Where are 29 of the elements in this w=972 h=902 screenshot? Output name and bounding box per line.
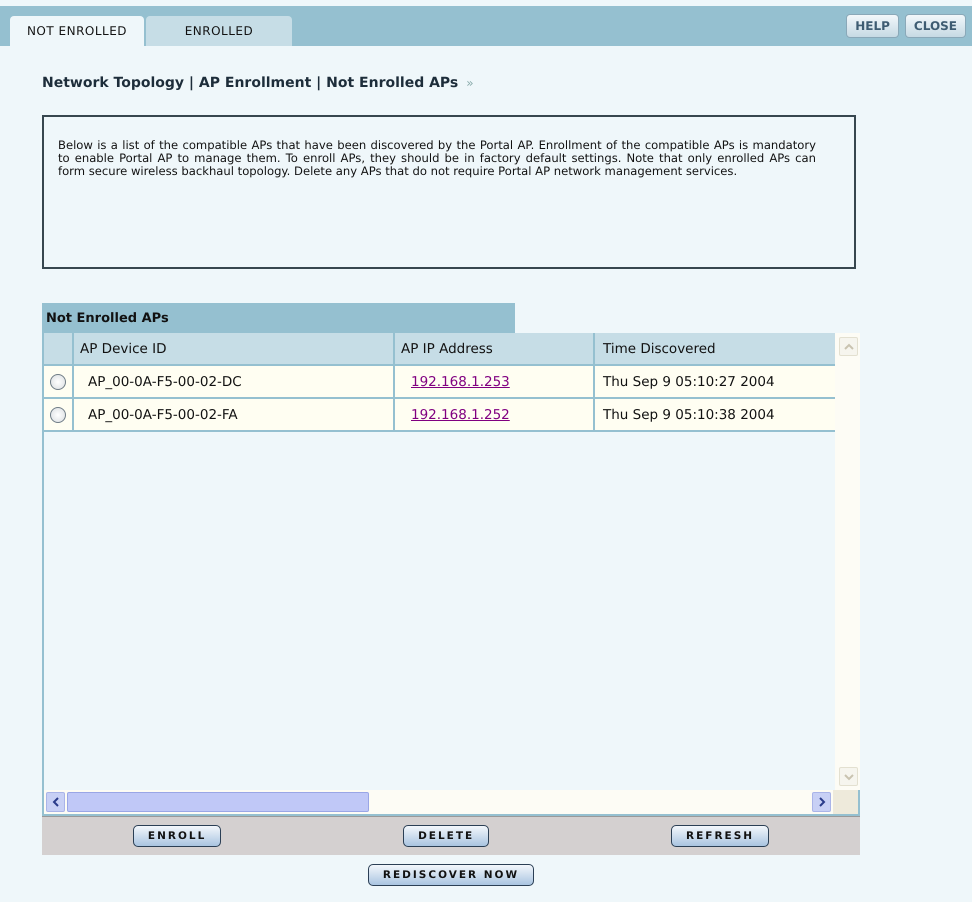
scrollbar-corner xyxy=(833,790,858,814)
breadcrumb: Network Topology | AP Enrollment | Not Enrolled APs xyxy=(42,75,458,91)
action-button[interactable]: DELETE xyxy=(403,825,490,847)
header-button[interactable]: CLOSE xyxy=(904,14,966,38)
double-chevron-icon: » xyxy=(466,76,474,90)
radio-button[interactable] xyxy=(50,406,66,422)
tab[interactable]: ENROLLED xyxy=(146,16,292,46)
scroll-thumb[interactable] xyxy=(67,792,369,812)
header-button[interactable]: HELP xyxy=(846,14,899,38)
scroll-right-icon[interactable] xyxy=(812,792,831,812)
table-cell: Thu Sep 9 05:10:38 2004 xyxy=(595,399,835,432)
description-text: Below is a list of the compatible APs that have been discovered by the Portal AP. Enrollment of the compatible APs is mandatory to enable Portal AP to manage them. To enroll APs, they should be in factory default settings. Note that only enrolled APs can form secure wireless backhaul topology. Delete any APs that do not require Portal AP network management services. xyxy=(58,139,816,178)
horizontal-scrollbar[interactable] xyxy=(44,790,858,814)
scroll-down-icon[interactable] xyxy=(839,767,858,786)
action-button[interactable]: ENROLL xyxy=(132,825,222,847)
tab[interactable]: NOT ENROLLED xyxy=(10,16,144,46)
column-header: AP Device ID xyxy=(74,333,395,366)
scroll-left-icon[interactable] xyxy=(46,792,65,812)
rediscover-button[interactable]: REDISCOVER NOW xyxy=(368,864,534,886)
column-header: Time Discovered xyxy=(595,333,835,366)
table-cell: Thu Sep 9 05:10:27 2004 xyxy=(595,366,835,399)
table-cell: AP_00-0A-F5-00-02-DC xyxy=(74,366,395,399)
column-header: AP IP Address xyxy=(395,333,595,366)
radio-button[interactable] xyxy=(50,374,66,390)
table-cell: AP_00-0A-F5-00-02-FA xyxy=(74,399,395,432)
action-button[interactable]: REFRESH xyxy=(671,825,770,847)
vertical-scrollbar[interactable] xyxy=(835,333,860,790)
scroll-up-icon[interactable] xyxy=(839,337,858,356)
table-title: Not Enrolled APs xyxy=(42,303,515,333)
